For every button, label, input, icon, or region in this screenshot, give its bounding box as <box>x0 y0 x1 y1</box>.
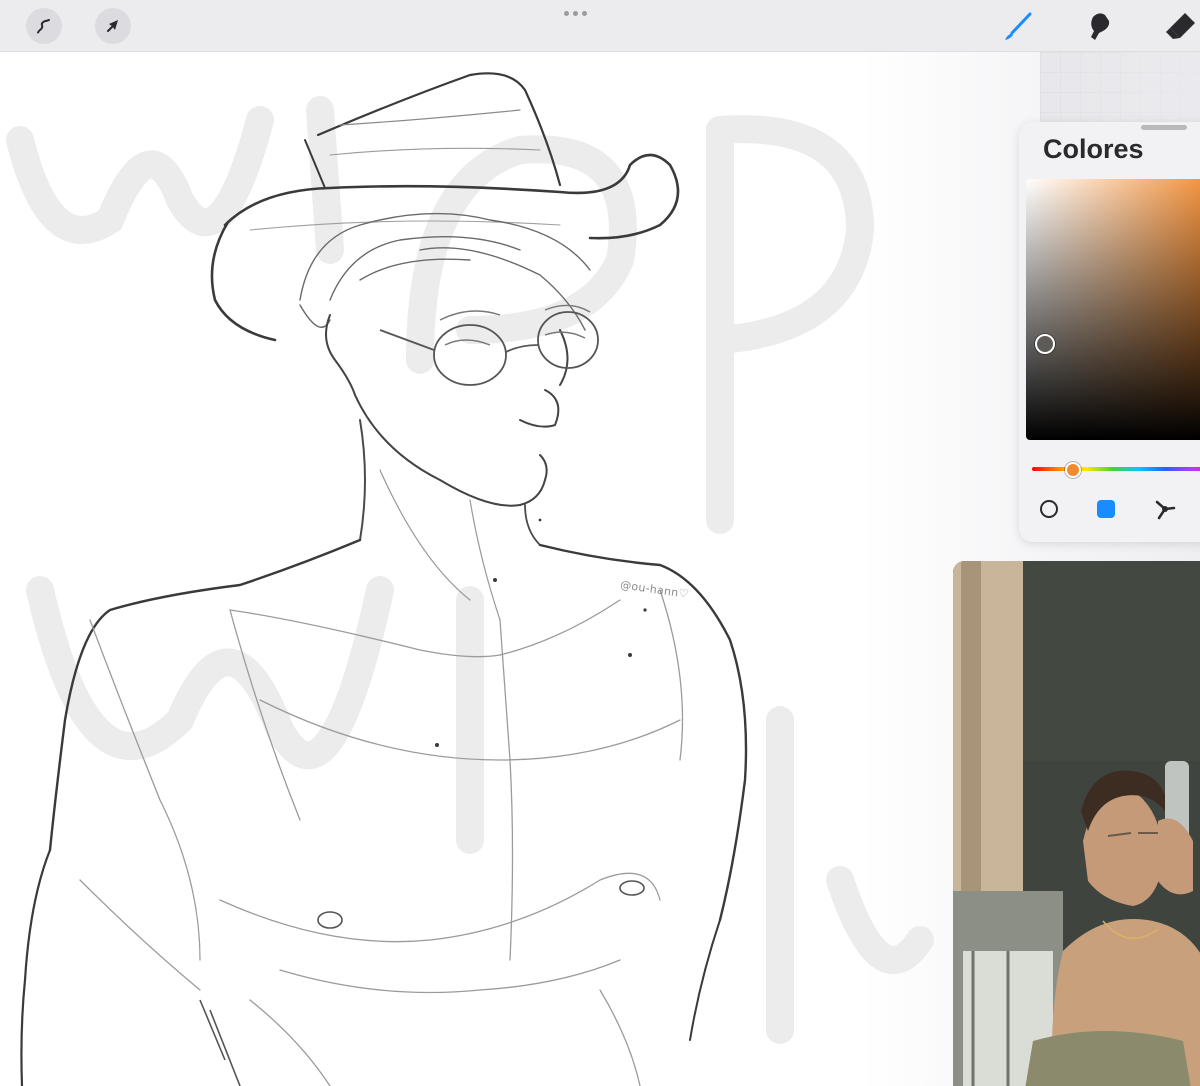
disc-mode-button[interactable] <box>1036 496 1062 522</box>
eraser-tool[interactable] <box>1163 9 1197 43</box>
color-picker-handle[interactable] <box>1035 334 1055 354</box>
classic-mode-button[interactable] <box>1093 496 1119 522</box>
eraser-icon <box>1166 13 1195 39</box>
panel-drag-handle[interactable] <box>1141 125 1187 130</box>
chest-details <box>199 880 645 1086</box>
magic-wand-icon <box>37 19 50 34</box>
disc-mode-icon <box>1040 500 1058 518</box>
brush-icon <box>1005 12 1032 40</box>
selection-button[interactable] <box>95 8 131 44</box>
saturation-brightness-picker[interactable] <box>1026 179 1200 440</box>
adjustments-button[interactable] <box>26 8 62 44</box>
brush-tool[interactable] <box>1000 9 1034 43</box>
hue-slider-knob[interactable] <box>1065 462 1081 478</box>
procreate-app: @ou-hann♡ Colores <box>0 0 1200 1086</box>
harmony-mode-icon <box>1155 500 1176 520</box>
smudge-tool[interactable] <box>1083 9 1117 43</box>
panel-title: Colores <box>1043 134 1144 164</box>
top-toolbar <box>0 0 1200 52</box>
reference-photo-content <box>953 561 1200 1086</box>
arrow-cursor-icon <box>107 20 118 32</box>
classic-mode-icon <box>1097 500 1115 518</box>
smudge-icon <box>1091 13 1110 40</box>
colors-panel[interactable]: Colores <box>1019 122 1200 542</box>
canvas-edge-grid <box>1040 52 1200 122</box>
torso-sketch <box>79 589 684 1086</box>
harmony-mode-button[interactable] <box>1152 496 1178 522</box>
wip-watermark <box>6 96 934 1044</box>
toolbar-grabber[interactable] <box>564 11 587 16</box>
reference-image[interactable] <box>953 561 1200 1086</box>
hue-slider[interactable] <box>1032 467 1200 471</box>
